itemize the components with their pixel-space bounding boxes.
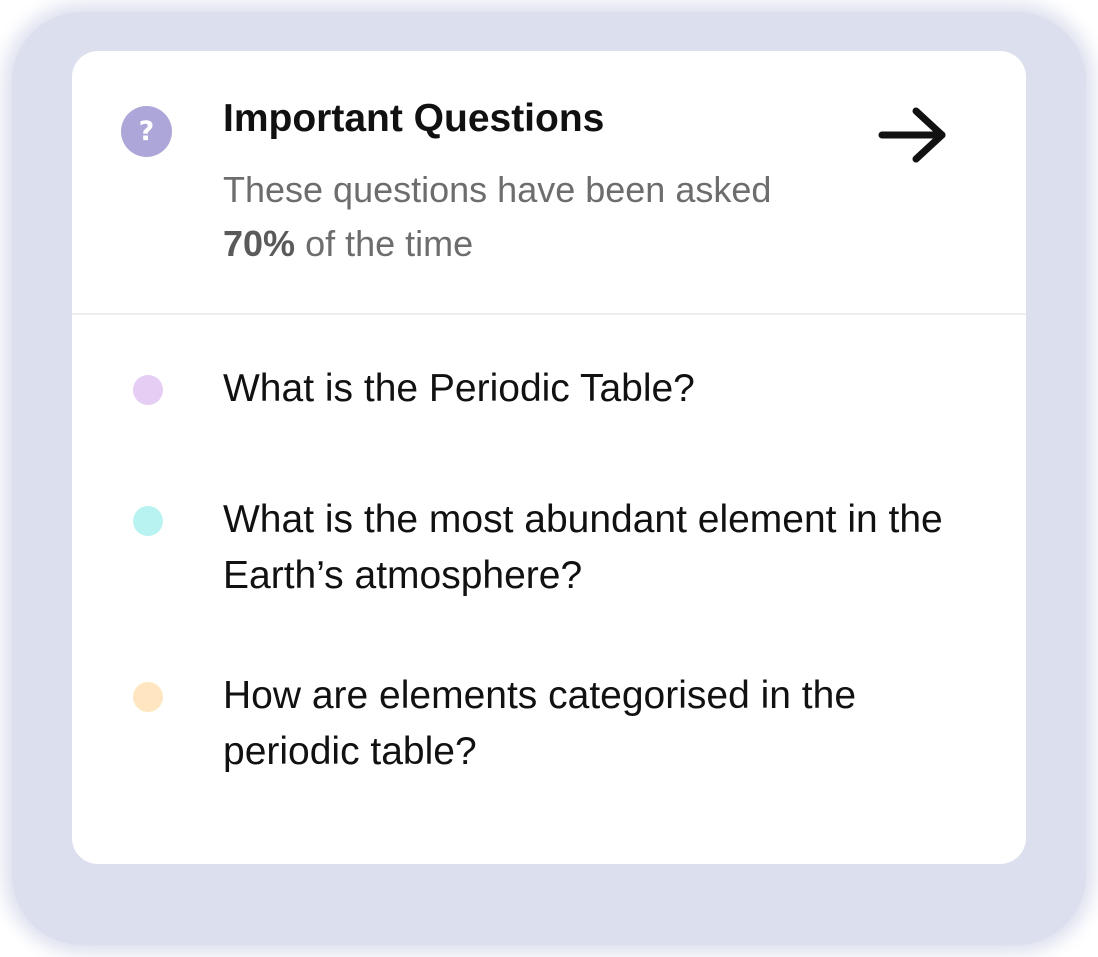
arrow-right-icon	[878, 107, 946, 163]
question-text: How are elements categorised in the peri…	[223, 674, 857, 773]
question-dot-2	[133, 506, 163, 536]
subtitle-main: These questions have been asked	[223, 169, 772, 210]
question-item[interactable]: What is the most abundant element in the…	[72, 492, 1026, 606]
question-mark-icon: ?	[121, 106, 172, 157]
question-dot-1	[133, 375, 163, 405]
open-questions-button[interactable]	[872, 103, 952, 167]
card-title: Important Questions	[223, 97, 605, 140]
card-subtitle: These questions have been asked 70% of t…	[223, 163, 843, 271]
question-dot-3	[133, 682, 163, 712]
question-item[interactable]: How are elements categorised in the peri…	[72, 668, 1026, 782]
question-item[interactable]: What is the Periodic Table?	[72, 361, 1026, 421]
subtitle-tail: of the time	[295, 223, 474, 264]
subtitle-percent: 70%	[223, 223, 296, 264]
question-text: What is the most abundant element in the…	[223, 498, 943, 597]
question-text: What is the Periodic Table?	[223, 367, 695, 410]
card-header: ? Important Questions These questions ha…	[72, 51, 1026, 315]
important-questions-card: ? Important Questions These questions ha…	[72, 51, 1026, 864]
